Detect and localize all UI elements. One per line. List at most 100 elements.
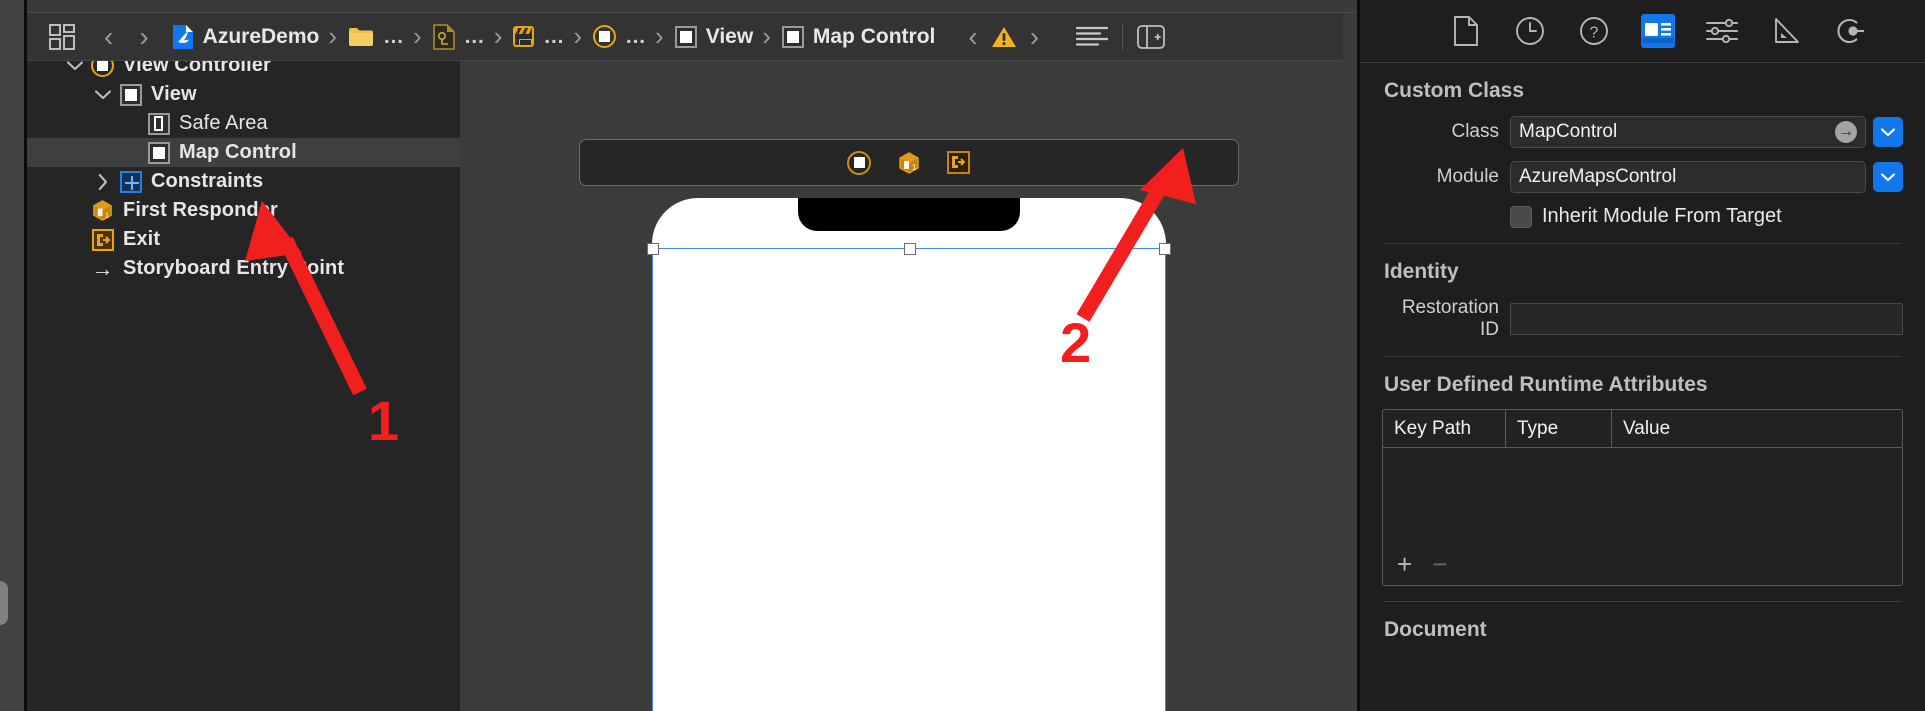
section-divider-identity bbox=[1384, 243, 1901, 244]
attributes-inspector-icon bbox=[1705, 18, 1738, 44]
inspector-toolbar[interactable]: ? bbox=[1360, 0, 1925, 63]
outline-row-safe-area[interactable]: Safe Area bbox=[27, 109, 460, 138]
constraints-icon bbox=[119, 170, 142, 193]
view-icon bbox=[147, 141, 170, 164]
class-field-value: MapControl bbox=[1519, 121, 1618, 142]
connections-inspector-icon[interactable] bbox=[1833, 14, 1867, 48]
outline-row-map-control[interactable]: Map Control bbox=[27, 138, 460, 167]
device-notch bbox=[797, 198, 1020, 231]
breadcrumb-item-6[interactable]: Map Control bbox=[781, 24, 936, 49]
breadcrumb-item-2[interactable]: … bbox=[432, 23, 485, 50]
restoration-id-row: Restoration ID bbox=[1382, 297, 1903, 341]
section-divider-runtime bbox=[1384, 356, 1901, 357]
text-align-icon[interactable] bbox=[1076, 26, 1109, 48]
breadcrumb[interactable]: ‹ › AzureDemo ›… ›… ›… ›… › View › Map Control ‹ › bbox=[27, 13, 1343, 61]
size-inspector-icon[interactable] bbox=[1769, 14, 1803, 48]
issue-navigator-group[interactable]: ‹ › bbox=[955, 21, 1052, 53]
document-section-title: Document bbox=[1384, 618, 1487, 641]
identity-inspector-panel: ? Custom Class Class MapControl → Module… bbox=[1357, 0, 1925, 711]
xcode-interface-builder-window: View Controller SceneView ControllerView… bbox=[0, 0, 1925, 711]
breadcrumb-item-label: Map Control bbox=[812, 24, 936, 48]
breadcrumb-item-label: … bbox=[383, 24, 405, 48]
chevron-down-icon[interactable] bbox=[89, 89, 117, 100]
safe-area-icon bbox=[145, 112, 172, 135]
inherit-module-label: Inherit Module From Target bbox=[1542, 205, 1782, 227]
scene-dock[interactable]: 1 bbox=[578, 139, 1239, 186]
breadcrumb-item-3[interactable]: … bbox=[513, 25, 564, 49]
restoration-id-field[interactable] bbox=[1510, 303, 1903, 335]
remove-attribute-button[interactable]: − bbox=[1432, 549, 1447, 580]
issue-prev-button[interactable]: ‹ bbox=[955, 21, 990, 53]
class-field[interactable]: MapControl → bbox=[1510, 116, 1866, 148]
view-controller-icon[interactable] bbox=[847, 150, 871, 175]
breadcrumb-back-button[interactable]: ‹ bbox=[91, 21, 126, 53]
quick-help-inspector-icon[interactable]: ? bbox=[1577, 14, 1611, 48]
runtime-column-header[interactable]: Type bbox=[1505, 410, 1611, 447]
breadcrumb-chevron-icon: › bbox=[413, 21, 422, 51]
storyboard-canvas[interactable]: 1 bbox=[460, 0, 1357, 711]
identity-section-title: Identity bbox=[1384, 260, 1459, 283]
document-outline-panel: View Controller SceneView ControllerView… bbox=[27, 0, 460, 711]
view-icon bbox=[117, 83, 144, 106]
outline-row-exit[interactable]: Exit bbox=[27, 225, 460, 254]
file-inspector-icon[interactable] bbox=[1449, 14, 1483, 48]
identity-inspector-icon[interactable] bbox=[1640, 14, 1675, 48]
grid-icon bbox=[49, 23, 75, 50]
view-icon bbox=[145, 141, 172, 164]
section-divider-document bbox=[1384, 601, 1901, 602]
first-responder-icon: 1 bbox=[89, 199, 116, 222]
runtime-attributes-body[interactable] bbox=[1383, 448, 1902, 543]
outline-row-label: First Responder bbox=[123, 199, 278, 221]
breadcrumb-forward-button[interactable]: › bbox=[126, 21, 161, 53]
module-field[interactable]: AzureMapsControl bbox=[1510, 161, 1866, 193]
breadcrumb-chevron-icon: › bbox=[762, 21, 771, 51]
outline-row-storyboard-entry-point[interactable]: → Storyboard Entry Point bbox=[27, 254, 460, 283]
resize-handle-top-right[interactable] bbox=[1158, 243, 1171, 255]
outline-row-first-responder[interactable]: 1 First Responder bbox=[27, 196, 460, 225]
view-icon bbox=[781, 25, 804, 48]
add-editor-icon[interactable] bbox=[1137, 24, 1165, 49]
breadcrumb-chevron-icon: › bbox=[328, 21, 338, 51]
outline-row-label: Storyboard Entry Point bbox=[123, 257, 345, 279]
runtime-attributes-footer: + − bbox=[1383, 543, 1902, 585]
module-popup-chevron-down-icon[interactable] bbox=[1873, 162, 1903, 192]
chevron-right-icon[interactable] bbox=[89, 173, 117, 190]
runtime-column-header[interactable]: Key Path bbox=[1383, 410, 1505, 447]
breadcrumb-item-1[interactable]: … bbox=[348, 25, 404, 49]
folder-icon bbox=[348, 26, 374, 47]
breadcrumb-chevron-icon: › bbox=[655, 21, 664, 51]
resize-handle-top-center[interactable] bbox=[903, 243, 916, 255]
size-inspector-icon bbox=[1772, 17, 1800, 45]
outline-panel-topbar bbox=[27, 0, 460, 13]
runtime-attributes-table[interactable]: Key Path Type Value + − bbox=[1382, 409, 1903, 586]
restoration-id-label: Restoration ID bbox=[1401, 297, 1499, 340]
resize-handle-top-left[interactable] bbox=[646, 243, 659, 255]
file-inspector-icon bbox=[1453, 16, 1479, 46]
breadcrumb-item-5[interactable]: View bbox=[674, 24, 754, 49]
history-inspector-icon[interactable] bbox=[1513, 14, 1547, 48]
breadcrumb-chevron-icon: › bbox=[573, 21, 583, 51]
runtime-attributes-header: Key Path Type Value bbox=[1383, 410, 1902, 448]
breadcrumb-item-0[interactable]: AzureDemo bbox=[172, 24, 319, 50]
runtime-attributes-section-title: User Defined Runtime Attributes bbox=[1384, 373, 1708, 396]
breadcrumb-item-label: View bbox=[705, 24, 754, 48]
breadcrumb-item-4[interactable]: … bbox=[593, 25, 646, 49]
scrollbar-nub[interactable] bbox=[0, 581, 8, 625]
attributes-inspector-icon[interactable] bbox=[1705, 14, 1739, 48]
inherit-module-checkbox[interactable] bbox=[1510, 205, 1532, 228]
outline-row-view[interactable]: View bbox=[27, 80, 460, 109]
jump-to-definition-icon[interactable]: → bbox=[1835, 121, 1857, 143]
chevron-down-icon[interactable] bbox=[61, 60, 89, 71]
outline-row-label: Exit bbox=[123, 228, 161, 250]
class-popup-chevron-down-icon[interactable] bbox=[1873, 117, 1903, 147]
add-attribute-button[interactable]: + bbox=[1397, 549, 1412, 580]
exit-icon bbox=[91, 228, 114, 251]
outline-row-constraints[interactable]: Constraints bbox=[27, 167, 460, 196]
svg-text:1: 1 bbox=[105, 211, 109, 220]
outline-row-label: Map Control bbox=[179, 141, 297, 163]
issue-next-button[interactable]: › bbox=[1017, 21, 1052, 53]
runtime-column-header[interactable]: Value bbox=[1611, 410, 1902, 447]
first-responder-icon[interactable]: 1 bbox=[897, 151, 921, 175]
exit-icon[interactable] bbox=[947, 151, 970, 174]
inherit-module-row[interactable]: Inherit Module From Target bbox=[1382, 205, 1903, 228]
